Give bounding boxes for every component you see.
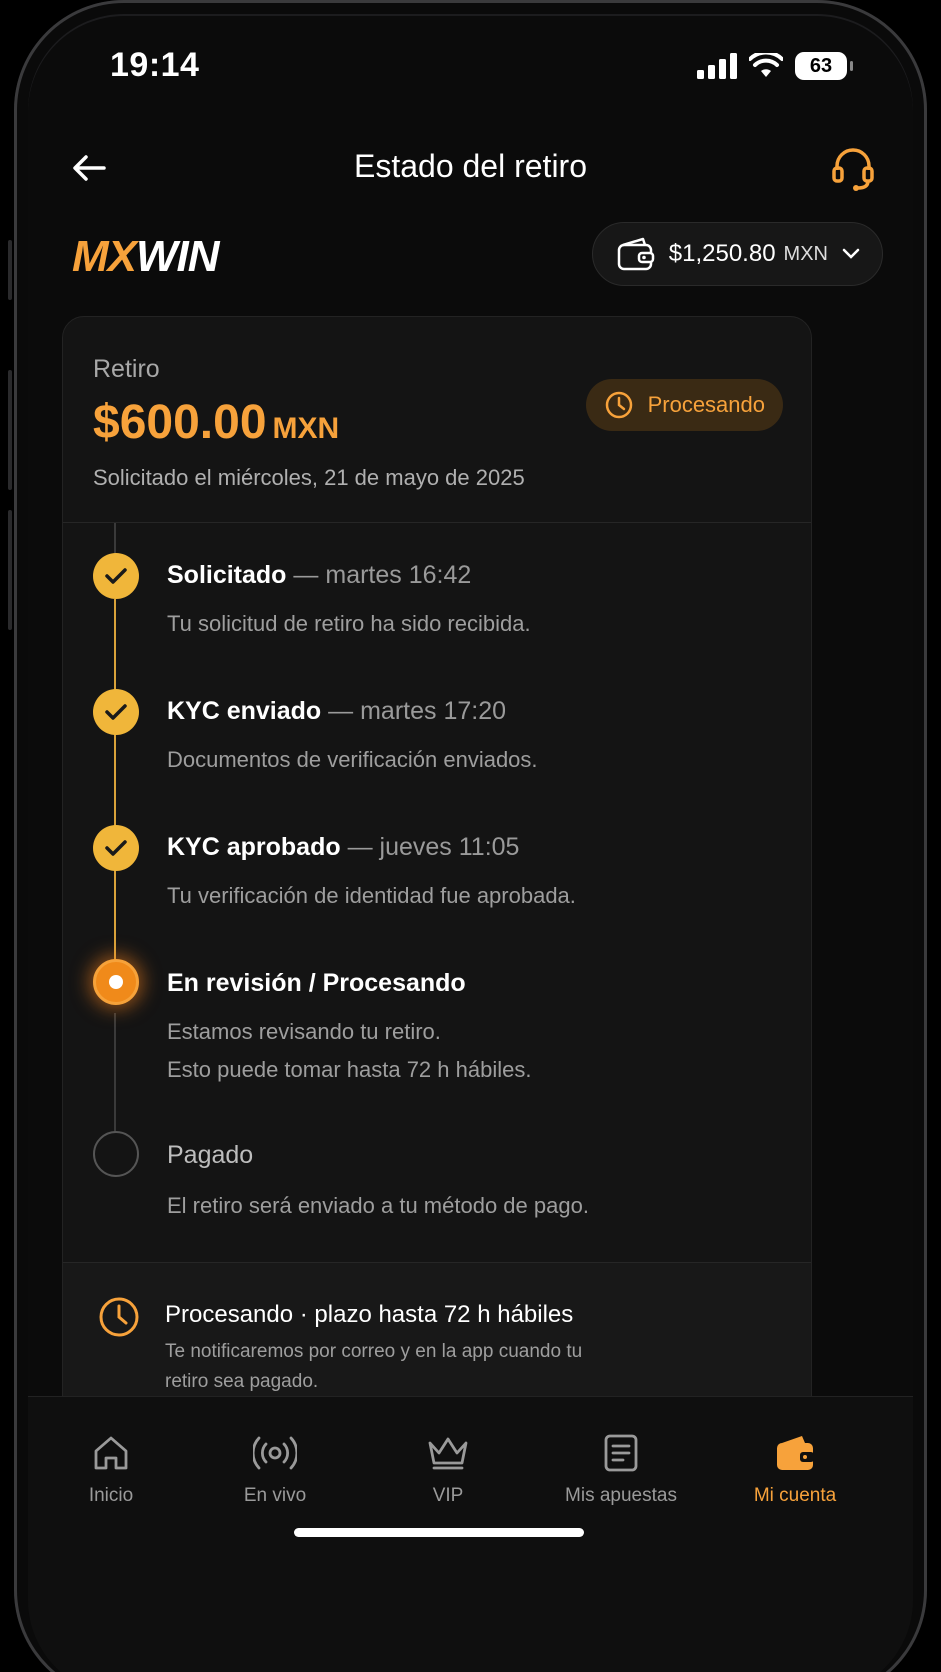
- step-time: — jueves 11:05: [347, 833, 520, 861]
- step-name: KYC aprobado: [167, 833, 341, 861]
- check-icon: [105, 840, 127, 856]
- brand-logo-mx: MX: [72, 232, 137, 281]
- home-icon: [94, 1436, 128, 1470]
- step-description: El retiro será enviado a tu método de pa…: [167, 1193, 589, 1218]
- status-icons: 63: [697, 52, 853, 80]
- brand-logo-win: WIN: [136, 232, 220, 281]
- status-badge-label: Procesando: [647, 392, 765, 417]
- crown-icon: [428, 1437, 468, 1470]
- tab-mi-cuenta[interactable]: Mi cuenta: [720, 1431, 870, 1507]
- requested-date: Solicitado el miércoles, 21 de mayo de 2…: [93, 465, 525, 490]
- tab-mis-apuestas[interactable]: Mis apuestas: [546, 1431, 696, 1507]
- headset-icon: [832, 148, 874, 191]
- brand-logo[interactable]: MXWIN: [72, 232, 220, 282]
- bet-slip-icon: [604, 1434, 638, 1472]
- tab-en-vivo[interactable]: En vivo: [200, 1431, 350, 1507]
- step-description: Tu verificación de identidad fue aprobad…: [167, 883, 576, 908]
- page-title: Estado del retiro: [353, 148, 587, 184]
- step-title: KYC enviado — martes 17:20: [167, 697, 506, 726]
- battery-indicator: 63: [795, 52, 853, 80]
- step-title: Pagado: [167, 1141, 253, 1170]
- home-indicator[interactable]: [294, 1528, 584, 1537]
- withdrawal-summary: Retiro $600.00 MXN Solicitado el miércole…: [63, 317, 811, 523]
- step-time: — martes 17:20: [328, 697, 507, 725]
- check-icon: [105, 704, 127, 720]
- note-description: Te notificaremos por correo y en la app …: [165, 1341, 583, 1392]
- tab-vip[interactable]: VIP: [373, 1431, 523, 1507]
- status-bar: 19:14 63: [28, 16, 913, 116]
- step-time: — martes 16:42: [293, 561, 472, 589]
- clock-icon: [99, 1297, 139, 1337]
- withdrawal-amount-value: $600.00: [93, 396, 267, 449]
- step-name: En revisión / Procesando: [167, 969, 466, 997]
- step-done-indicator: [93, 689, 139, 735]
- clock-icon: [605, 391, 632, 419]
- balance-currency: MXN: [783, 242, 828, 265]
- step-done-indicator: [93, 825, 139, 871]
- withdrawal-amount: $600.00 MXN: [93, 395, 339, 450]
- step-active-indicator: [93, 959, 139, 1005]
- timeline-connector: [114, 599, 116, 961]
- balance-selector[interactable]: $1,250.80 MXN: [591, 222, 883, 286]
- screen: 19:14 63 Estado del retiro MXWIN $1,250.…: [28, 16, 913, 1672]
- side-button: [8, 240, 12, 300]
- step-description: Documentos de verificación enviados.: [167, 747, 538, 772]
- tab-label: VIP: [432, 1485, 464, 1506]
- step-title: Solicitado — martes 16:42: [167, 561, 471, 590]
- tab-label: Mis apuestas: [565, 1485, 677, 1506]
- note-title: Procesando · plazo hasta 72 h hábiles: [165, 1301, 574, 1328]
- step-description: Estamos revisando tu retiro.: [167, 1019, 441, 1044]
- tab-label: Inicio: [88, 1485, 134, 1506]
- tab-label: Mi cuenta: [753, 1485, 837, 1506]
- step-done-indicator: [93, 553, 139, 599]
- status-badge: Procesando: [585, 379, 783, 431]
- live-icon: [253, 1436, 297, 1470]
- check-icon: [105, 568, 127, 584]
- step-title: KYC aprobado — jueves 11:05: [167, 833, 519, 862]
- signal-icon: [697, 53, 737, 79]
- step-name: Pagado: [167, 1141, 254, 1169]
- step-title: En revisión / Procesando: [167, 969, 466, 998]
- tab-inicio[interactable]: Inicio: [36, 1431, 186, 1507]
- header: Estado del retiro: [28, 126, 913, 210]
- support-button[interactable]: [825, 142, 881, 198]
- side-button: [8, 510, 12, 630]
- withdrawal-currency: MXN: [272, 412, 340, 445]
- side-button: [8, 370, 12, 490]
- step-name: KYC enviado: [167, 697, 322, 725]
- step-name: Solicitado: [167, 561, 287, 589]
- tab-label: En vivo: [243, 1485, 307, 1506]
- step-pending-indicator: [93, 1131, 139, 1177]
- wallet-icon: [617, 237, 655, 271]
- withdrawal-card: Retiro $600.00 MXN Solicitado el miércole…: [62, 316, 812, 1456]
- wifi-icon: [749, 53, 783, 77]
- step-description: Esto puede tomar hasta 72 h hábiles.: [167, 1057, 532, 1082]
- timeline-connector: [114, 1013, 116, 1133]
- step-description: Tu solicitud de retiro ha sido recibida.: [167, 611, 531, 636]
- wallet-icon: [777, 1436, 814, 1470]
- withdrawal-label: Retiro: [93, 355, 160, 383]
- balance-amount: $1,250.80: [668, 240, 776, 267]
- status-time: 19:14: [110, 46, 200, 84]
- chevron-down-icon: [842, 248, 860, 259]
